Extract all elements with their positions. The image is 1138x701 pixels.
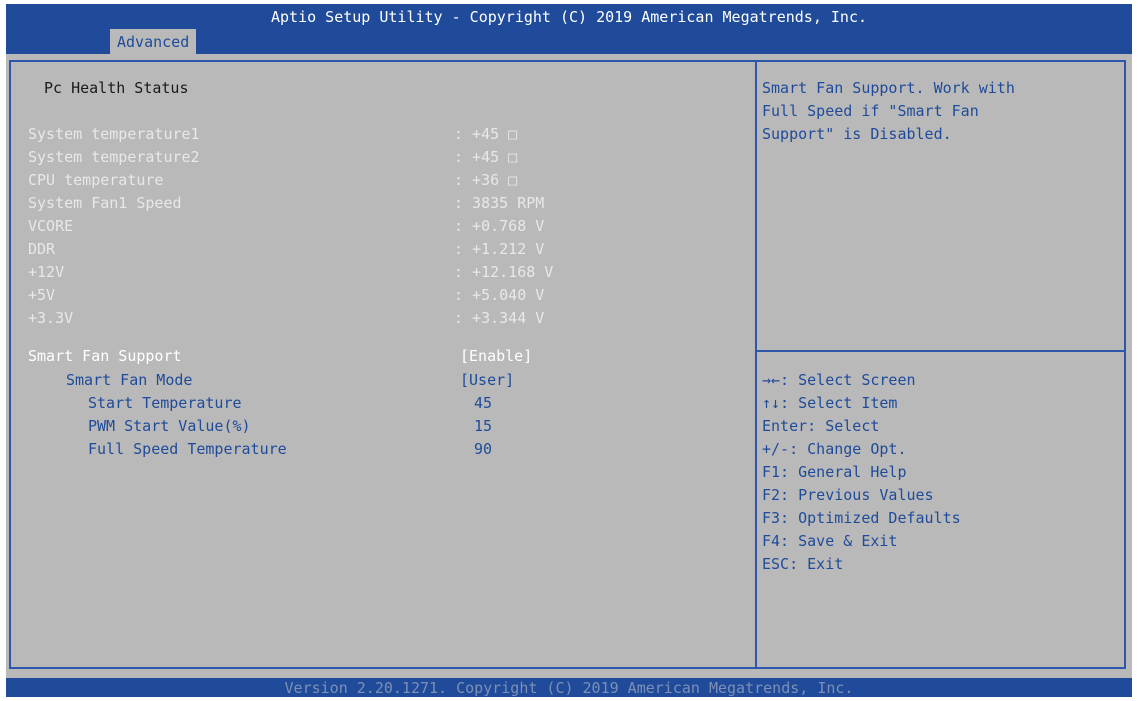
help-description-line: Full Speed if "Smart Fan [762, 102, 979, 120]
footer-version: Version 2.20.1271. Copyright (C) 2019 Am… [284, 679, 854, 697]
key-help-select-screen: →←: Select Screen [762, 371, 916, 389]
reading-value-5v: : +5.040 V [454, 286, 545, 304]
smart-fan-support-label[interactable]: Smart Fan Support [28, 346, 182, 366]
smart-fan-support-value[interactable]: [Enable] [460, 346, 532, 366]
reading-label-system-temp1: System temperature1 [28, 125, 200, 143]
help-divider [757, 350, 1124, 352]
key-help-general-help: F1: General Help [762, 463, 907, 481]
key-help-esc-exit: ESC: Exit [762, 555, 844, 573]
key-help-enter: Enter: Select [762, 417, 880, 435]
full-speed-temperature-value[interactable]: 90 [474, 439, 492, 459]
key-help-change-opt: +/-: Change Opt. [762, 440, 907, 458]
reading-value-system-temp1: : +45 □ [454, 125, 518, 143]
help-description-line: Support" is Disabled. [762, 125, 952, 143]
app-title: Aptio Setup Utility - Copyright (C) 2019… [270, 8, 868, 26]
reading-value-vcore: : +0.768 V [454, 217, 545, 235]
title-bar: Aptio Setup Utility - Copyright (C) 2019… [6, 4, 1132, 54]
reading-label-cpu-temp: CPU temperature [28, 171, 164, 189]
reading-label-fan1-speed: System Fan1 Speed [28, 194, 182, 212]
reading-value-cpu-temp: : +36 □ [454, 171, 518, 189]
pwm-start-value-value[interactable]: 15 [474, 416, 492, 436]
reading-value-fan1-speed: : 3835 RPM [454, 194, 545, 212]
key-help-save-exit: F4: Save & Exit [762, 532, 898, 550]
key-help-previous-values: F2: Previous Values [762, 486, 934, 504]
panel-divider [755, 60, 757, 669]
reading-label-ddr: DDR [28, 240, 56, 258]
footer-bar: Version 2.20.1271. Copyright (C) 2019 Am… [6, 678, 1132, 697]
bios-screen: Aptio Setup Utility - Copyright (C) 2019… [6, 4, 1132, 697]
start-temperature-value[interactable]: 45 [474, 393, 492, 413]
key-help-optimized-defaults: F3: Optimized Defaults [762, 509, 961, 527]
reading-value-12v: : +12.168 V [454, 263, 554, 281]
full-speed-temperature-label[interactable]: Full Speed Temperature [88, 439, 287, 459]
reading-value-3v3: : +3.344 V [454, 309, 545, 327]
reading-value-ddr: : +1.212 V [454, 240, 545, 258]
key-help-select-item: ↑↓: Select Item [762, 394, 898, 412]
reading-label-system-temp2: System temperature2 [28, 148, 200, 166]
smart-fan-mode-value[interactable]: [User] [460, 370, 514, 390]
smart-fan-mode-label[interactable]: Smart Fan Mode [66, 370, 192, 390]
reading-label-12v: +12V [28, 263, 65, 281]
start-temperature-label[interactable]: Start Temperature [88, 393, 242, 413]
section-heading: Pc Health Status [44, 79, 189, 97]
pwm-start-value-label[interactable]: PWM Start Value(%) [88, 416, 251, 436]
reading-label-3v3: +3.3V [28, 309, 74, 327]
reading-label-5v: +5V [28, 286, 56, 304]
help-description-line: Smart Fan Support. Work with [762, 79, 1015, 97]
reading-label-vcore: VCORE [28, 217, 74, 235]
reading-value-system-temp2: : +45 □ [454, 148, 518, 166]
tab-advanced[interactable]: Advanced [110, 29, 197, 54]
